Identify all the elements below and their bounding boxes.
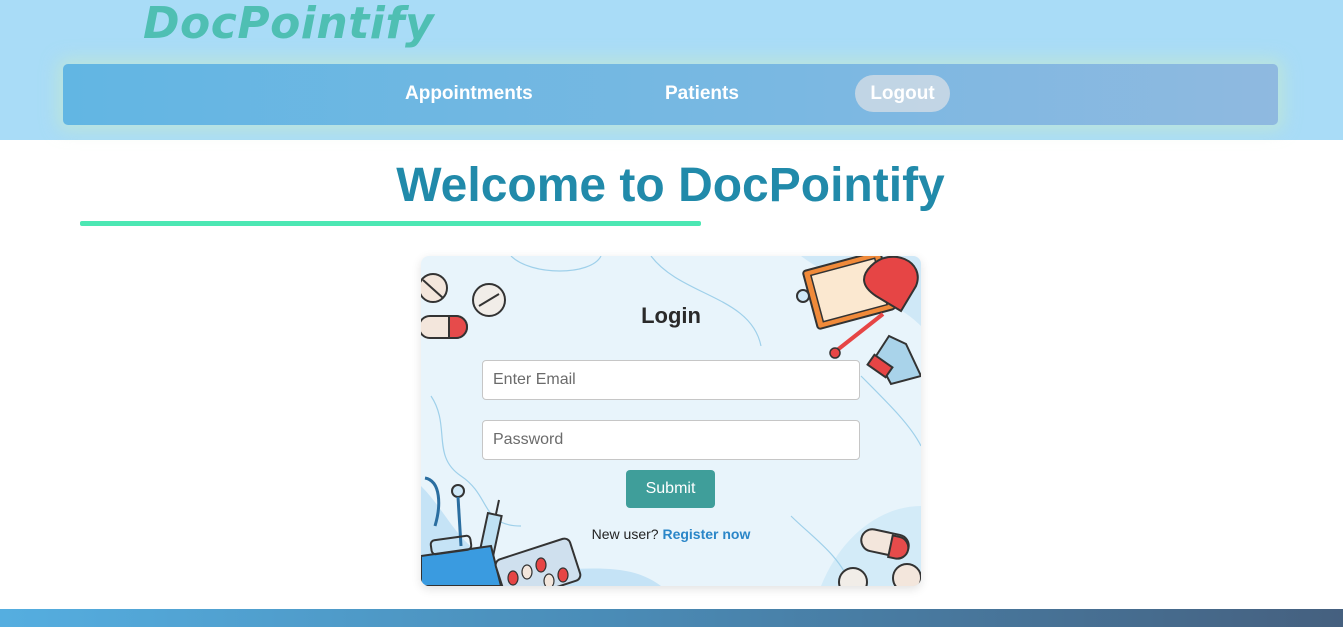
- nav-appointments-link[interactable]: Appointments: [405, 83, 533, 105]
- new-user-text: New user?: [591, 526, 659, 542]
- pill-icon: [421, 273, 448, 303]
- flask-icon: [866, 334, 921, 386]
- login-card: Login Submit New user? Register now: [421, 256, 921, 586]
- password-input[interactable]: [482, 420, 860, 460]
- footer-bar: [0, 609, 1343, 627]
- page-title-text: Welcome to DocPointify: [396, 159, 945, 212]
- register-link[interactable]: Register now: [662, 526, 750, 542]
- email-input[interactable]: [482, 360, 860, 400]
- submit-button[interactable]: Submit: [626, 470, 715, 508]
- nav-patients-link[interactable]: Patients: [665, 83, 739, 105]
- login-title: Login: [641, 303, 701, 328]
- title-underline: [80, 221, 701, 226]
- blister-pack-icon: [494, 537, 582, 586]
- logout-button[interactable]: Logout: [855, 75, 950, 112]
- register-prompt: New user? Register now: [421, 526, 921, 542]
- nav-bar: Appointments Patients Logout: [63, 64, 1278, 125]
- page-title: Welcome to DocPointify: [0, 158, 1343, 213]
- header: DocPointify Appointments Patients Logout: [0, 0, 1343, 140]
- brand-logo[interactable]: DocPointify: [143, 0, 434, 49]
